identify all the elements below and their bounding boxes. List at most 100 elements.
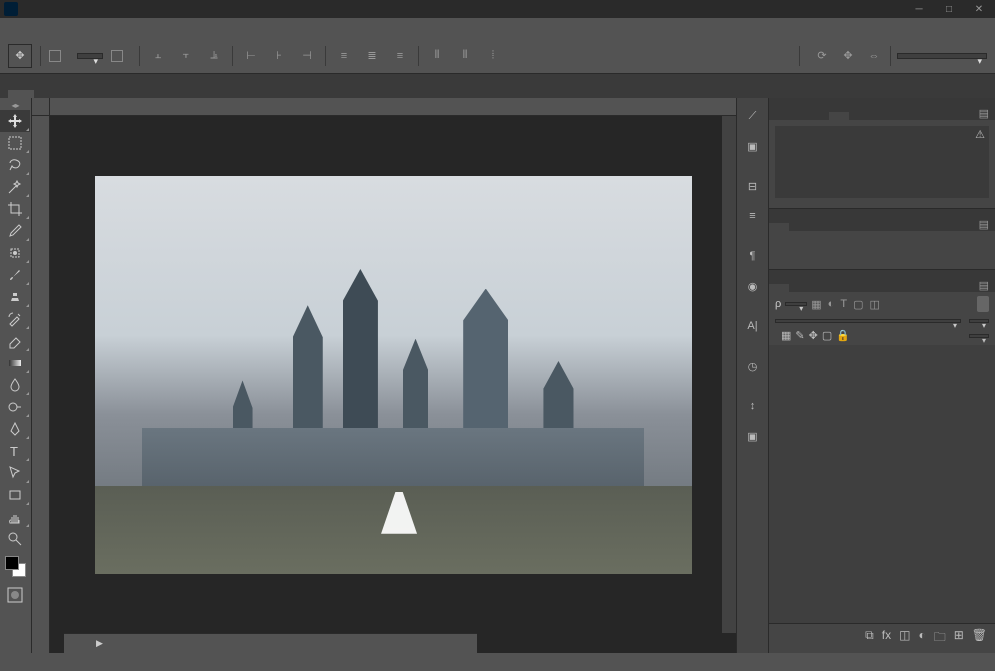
tab-styles[interactable] xyxy=(809,112,829,120)
panel-menu-icon[interactable]: ▤ xyxy=(973,279,995,292)
quick-mask-icon[interactable] xyxy=(0,584,30,606)
tab-adjustments[interactable] xyxy=(769,223,789,231)
menu-help[interactable] xyxy=(222,25,242,31)
align-vcenter-icon[interactable]: ⫟ xyxy=(176,46,196,66)
filter-pixel-icon[interactable]: ▦ xyxy=(811,298,821,311)
maximize-button[interactable]: □ xyxy=(937,1,961,17)
foreground-color[interactable] xyxy=(5,556,19,570)
layer-mask-icon[interactable]: ◫ xyxy=(899,628,910,649)
toolbox-collapse-icon[interactable]: ◂▸ xyxy=(0,100,31,110)
dock-info-icon[interactable]: ≡ xyxy=(737,202,768,230)
delete-layer-icon[interactable]: 🗑 xyxy=(972,628,987,649)
auto-align-icon[interactable]: ⦙ xyxy=(483,46,503,66)
filter-switch[interactable] xyxy=(977,296,989,312)
dock-character-icon[interactable]: A| xyxy=(737,312,768,340)
align-right-icon[interactable]: ⊣ xyxy=(297,46,317,66)
blur-tool[interactable] xyxy=(0,374,30,396)
scrollbar-vertical[interactable] xyxy=(722,116,736,633)
crop-tool[interactable] xyxy=(0,198,30,220)
move-tool[interactable] xyxy=(0,110,30,132)
tab-actions[interactable] xyxy=(829,284,849,292)
path-selection-tool[interactable] xyxy=(0,462,30,484)
distribute-left-icon[interactable]: ⦀ xyxy=(427,46,447,66)
dock-actions-icon[interactable]: ▣ xyxy=(737,132,768,160)
gradient-tool[interactable] xyxy=(0,352,30,374)
filter-type-icon[interactable]: T xyxy=(840,298,847,311)
align-bottom-icon[interactable]: ⫡ xyxy=(204,46,224,66)
filter-smart-icon[interactable]: ◫ xyxy=(869,298,879,311)
3d-pan-icon[interactable]: ✥ xyxy=(838,46,858,66)
healing-brush-tool[interactable] xyxy=(0,242,30,264)
marquee-tool[interactable] xyxy=(0,132,30,154)
dock-properties-icon[interactable]: ⊟ xyxy=(737,172,768,200)
menu-3d[interactable] xyxy=(162,25,182,31)
panel-menu-icon[interactable]: ▤ xyxy=(973,218,995,231)
tab-navigator[interactable] xyxy=(849,112,869,120)
dock-3d-icon[interactable]: ▣ xyxy=(737,422,768,450)
dock-paragraph-icon[interactable]: ¶ xyxy=(737,242,768,270)
clone-stamp-tool[interactable] xyxy=(0,286,30,308)
workspace-dropdown[interactable] xyxy=(897,53,987,59)
tab-histogram[interactable] xyxy=(829,112,849,120)
tool-preset-icon[interactable]: ✥ xyxy=(8,44,32,68)
menu-select[interactable] xyxy=(122,25,142,31)
auto-select-checkbox[interactable] xyxy=(49,50,61,62)
close-button[interactable]: ✕ xyxy=(967,1,991,17)
align-left-icon[interactable]: ⊢ xyxy=(241,46,261,66)
distribute-top-icon[interactable]: ≡ xyxy=(334,46,354,66)
menu-filter[interactable] xyxy=(142,25,162,31)
layer-filter-dropdown[interactable] xyxy=(785,302,807,306)
menu-type[interactable] xyxy=(102,25,122,31)
menu-window[interactable] xyxy=(202,25,222,31)
dock-clock-icon[interactable]: ◷ xyxy=(737,352,768,380)
link-layers-icon[interactable]: ⧉ xyxy=(865,628,874,649)
tab-layers[interactable] xyxy=(769,284,789,292)
3d-orbit-icon[interactable]: ⟳ xyxy=(812,46,832,66)
menu-view[interactable] xyxy=(182,25,202,31)
minimize-button[interactable]: ─ xyxy=(907,1,931,17)
opacity-input[interactable] xyxy=(969,319,989,323)
show-transform-checkbox[interactable] xyxy=(111,50,123,62)
history-brush-tool[interactable] xyxy=(0,308,30,330)
tab-color[interactable] xyxy=(769,112,789,120)
distribute-hcenter-icon[interactable]: ⦀ xyxy=(455,46,475,66)
dock-cc-icon[interactable]: ◉ xyxy=(737,272,768,300)
dock-brushes-icon[interactable]: ⟋ xyxy=(737,102,768,130)
tab-history[interactable] xyxy=(789,284,809,292)
3d-slide-icon[interactable]: ⇔ xyxy=(864,46,884,66)
lock-all-icon[interactable]: 🔒 xyxy=(836,329,850,342)
ruler-corner[interactable] xyxy=(32,98,50,115)
eraser-tool[interactable] xyxy=(0,330,30,352)
ruler-vertical[interactable] xyxy=(32,116,50,653)
tab-paths[interactable] xyxy=(789,223,809,231)
layer-style-icon[interactable]: fx xyxy=(882,628,891,649)
tab-channels[interactable] xyxy=(809,284,829,292)
lock-position-icon[interactable]: ✥ xyxy=(809,329,818,342)
status-arrow-icon[interactable]: ▶ xyxy=(96,638,103,649)
filter-shape-icon[interactable]: ▢ xyxy=(853,298,863,311)
lock-transparent-icon[interactable]: ▦ xyxy=(781,329,791,342)
lock-pixels-icon[interactable]: ✎ xyxy=(795,329,804,342)
blend-mode-dropdown[interactable] xyxy=(775,319,961,323)
zoom-tool[interactable] xyxy=(0,528,30,550)
hand-tool[interactable] xyxy=(0,506,30,528)
lock-artboard-icon[interactable]: ▢ xyxy=(822,329,832,342)
magic-wand-tool[interactable] xyxy=(0,176,30,198)
histogram-warning-icon[interactable]: ⚠ xyxy=(975,128,985,141)
auto-select-dropdown[interactable] xyxy=(77,53,103,59)
dodge-tool[interactable] xyxy=(0,396,30,418)
ruler-horizontal[interactable] xyxy=(50,98,736,115)
fill-input[interactable] xyxy=(969,334,989,338)
tab-swatches[interactable] xyxy=(789,112,809,120)
new-adjustment-icon[interactable]: ◐ xyxy=(918,628,925,649)
distribute-vcenter-icon[interactable]: ≣ xyxy=(362,46,382,66)
rectangle-tool[interactable] xyxy=(0,484,30,506)
filter-adjust-icon[interactable]: ◐ xyxy=(828,298,835,311)
new-group-icon[interactable]: 🗀 xyxy=(934,628,946,649)
pen-tool[interactable] xyxy=(0,418,30,440)
type-tool[interactable]: T xyxy=(0,440,30,462)
eyedropper-tool[interactable] xyxy=(0,220,30,242)
menu-edit[interactable] xyxy=(42,25,62,31)
document-tab[interactable] xyxy=(8,90,34,98)
brush-tool[interactable] xyxy=(0,264,30,286)
